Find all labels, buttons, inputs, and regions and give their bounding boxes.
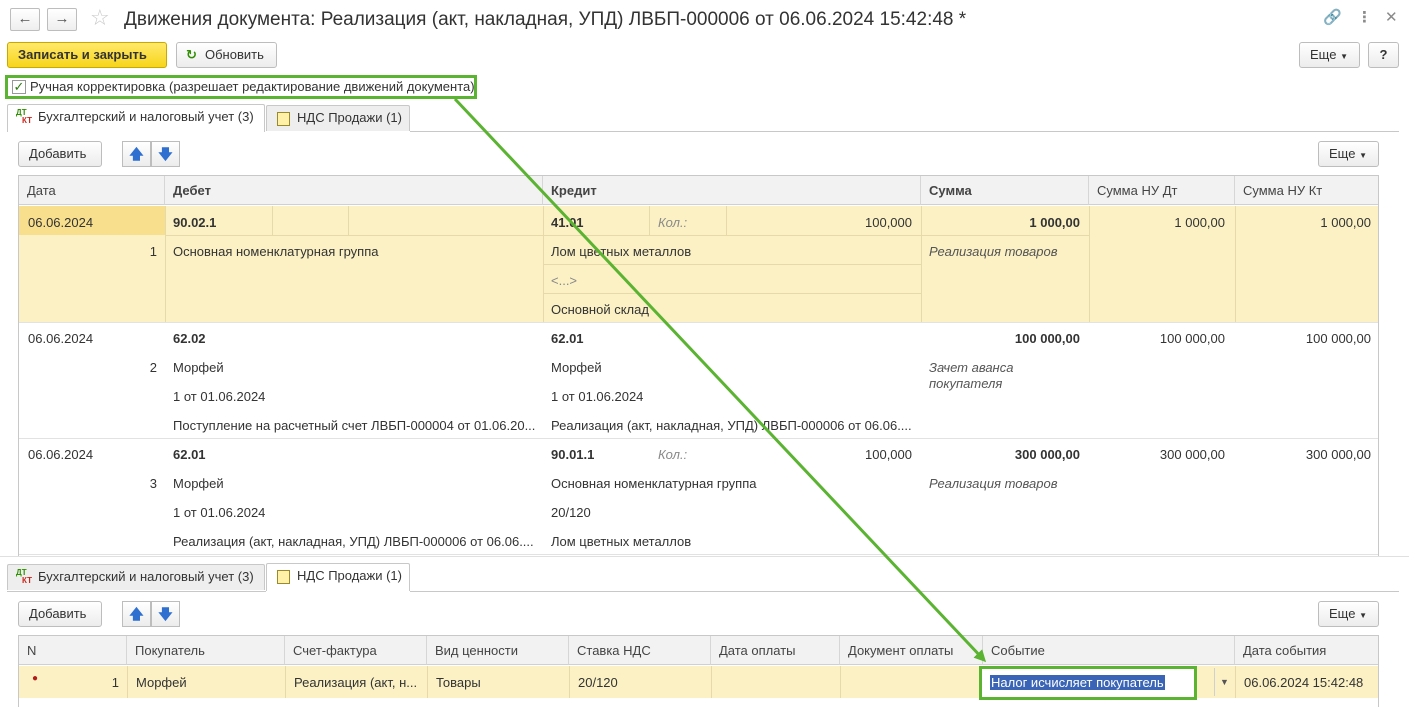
arrow-line xyxy=(453,97,987,663)
annotation-arrow xyxy=(453,97,987,663)
